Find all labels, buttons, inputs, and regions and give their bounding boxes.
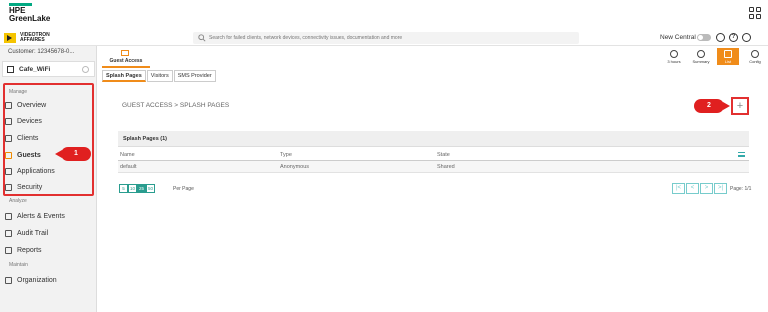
sidebar-item-alerts-events[interactable]: Alerts & Events (5, 209, 93, 223)
notifications-icon[interactable] (716, 33, 725, 42)
column-header-type[interactable]: Type (280, 152, 292, 158)
app-header: VIDEOTRON AFFAIRES New Central ? (0, 30, 768, 46)
tab-guest-access[interactable]: Guest Access (102, 46, 150, 68)
cell-type: Anonymous (280, 164, 310, 170)
subtab-splash-pages[interactable]: Splash Pages (102, 70, 146, 82)
cell-name: default (120, 164, 137, 170)
page-info: Page: 1/1 (730, 186, 752, 192)
subtab-sms-provider[interactable]: SMS Provider (173, 70, 216, 82)
subtab-visitors[interactable]: Visitors (146, 70, 173, 82)
callout-2: 2 (694, 99, 730, 113)
manage-section-highlight (3, 83, 94, 196)
page-size-25[interactable]: 25 (137, 184, 146, 193)
sidebar-item-audit-trail[interactable]: Audit Trail (5, 226, 93, 240)
list-icon (724, 50, 732, 58)
prev-page-button[interactable]: < (686, 183, 699, 194)
add-splash-page-button[interactable]: + (731, 97, 749, 115)
brand[interactable]: VIDEOTRON AFFAIRES (4, 30, 50, 46)
page-size-selector: 5 10 25 50 (119, 184, 155, 193)
audit-trail-icon (5, 229, 12, 237)
sidebar-item-label: Reports (17, 246, 42, 254)
group-selector[interactable]: Cafe_WiFi (2, 61, 95, 77)
help-icon[interactable]: ? (729, 33, 738, 42)
sidebar-item-label: Alerts & Events (17, 212, 65, 220)
per-page-label: Per Page (173, 186, 194, 192)
column-header-name[interactable]: Name (120, 152, 135, 158)
tab-guest-access-label: Guest Access (109, 58, 143, 64)
table-row[interactable]: default Anonymous Shared (118, 161, 749, 173)
table-header-row: Name Type State (118, 149, 749, 161)
sidebar-item-label: Organization (17, 276, 57, 284)
page-size-50[interactable]: 50 (146, 184, 155, 193)
group-name: Cafe_WiFi (19, 65, 51, 73)
sidebar-item-reports[interactable]: Reports (5, 243, 93, 257)
first-page-button[interactable]: |< (672, 183, 685, 194)
time-range-label: 3 hours (667, 59, 681, 64)
config-button[interactable]: Config (744, 48, 766, 65)
time-range-button[interactable]: 3 hours (663, 48, 685, 65)
hpe-greenlake-logo[interactable]: HPE GreenLake (9, 3, 50, 23)
page-size-5[interactable]: 5 (119, 184, 128, 193)
alerts-icon (5, 212, 12, 220)
clock-icon (670, 50, 678, 58)
top-bar: HPE GreenLake (0, 0, 768, 26)
column-settings-icon[interactable] (738, 152, 745, 157)
search-input[interactable] (209, 35, 569, 41)
last-page-button[interactable]: >| (714, 183, 727, 194)
guest-access-icon (121, 50, 129, 56)
next-page-button[interactable]: > (700, 183, 713, 194)
sidebar-item-organization[interactable]: Organization (5, 273, 93, 287)
summary-button[interactable]: Summary (690, 48, 712, 65)
splash-pages-panel-title: Splash Pages (1) (118, 131, 749, 147)
gear-icon (751, 50, 759, 58)
apps-grid-icon[interactable] (749, 7, 761, 19)
config-label: Config (749, 59, 761, 64)
sidebar-item-label: Audit Trail (17, 229, 49, 237)
list-label: List (724, 59, 732, 64)
search-bar[interactable] (193, 32, 579, 44)
column-header-state[interactable]: State (437, 152, 450, 158)
logo-line2: GreenLake (9, 14, 51, 23)
group-status-icon (82, 66, 89, 73)
group-icon (7, 65, 14, 73)
user-icon[interactable] (742, 33, 751, 42)
new-central-toggle[interactable] (697, 34, 711, 41)
brand-line2: AFFAIRES (20, 37, 45, 43)
section-maintain: Maintain (9, 262, 28, 268)
new-central-label: New Central (660, 34, 696, 41)
videotron-logo-icon (4, 33, 16, 43)
search-icon (198, 34, 206, 42)
reports-icon (5, 246, 12, 254)
summary-icon (697, 50, 705, 58)
customer-id: Customer: 12345678-0... (8, 49, 75, 55)
callout-1: 1 (55, 147, 91, 161)
summary-label: Summary (692, 59, 710, 64)
section-analyze: Analyze (9, 198, 27, 204)
organization-icon (5, 276, 12, 284)
list-button[interactable]: List (717, 48, 739, 65)
cell-state: Shared (437, 164, 455, 170)
subtabs: Splash Pages Visitors SMS Provider (102, 70, 217, 82)
page-size-10[interactable]: 10 (128, 184, 137, 193)
breadcrumb: GUEST ACCESS > SPLASH PAGES (122, 102, 230, 109)
splash-pages-table: Name Type State default Anonymous Shared (118, 149, 749, 173)
pagination: |< < > >| (672, 183, 728, 194)
